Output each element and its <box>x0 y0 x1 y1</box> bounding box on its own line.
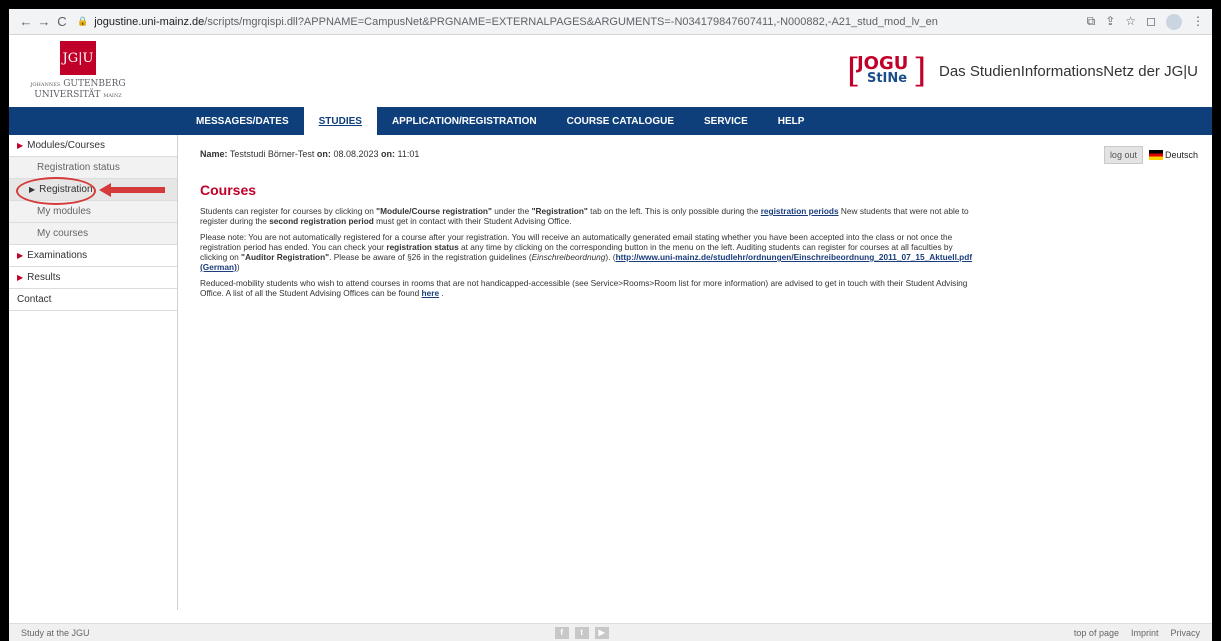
stine-logo[interactable]: [ JOGU StINe ] <box>847 49 927 93</box>
page-title: Courses <box>200 182 257 198</box>
twitter-icon[interactable]: t <box>574 626 589 639</box>
sidebar-item-results[interactable]: ▶ Results <box>9 267 177 289</box>
browser-toolbar: ← → C 🔒 jogustine.uni-mainz.de /scripts/… <box>9 9 1212 35</box>
jgu-suffix: MAINZ <box>103 93 122 99</box>
lock-icon: 🔒 <box>77 16 89 26</box>
user-info: Name: Teststudi Börner-Test on: 08.08.20… <box>200 149 420 159</box>
header-slogan: Das StudienInformationsNetz der JG|U <box>938 62 1198 80</box>
top-of-page-link[interactable]: top of page <box>1074 628 1119 638</box>
forward-icon[interactable]: → <box>35 14 53 29</box>
address-bar[interactable]: 🔒 jogustine.uni-mainz.de /scripts/mgrqis… <box>77 16 1077 28</box>
jgu-prefix: JOHANNES <box>30 82 61 88</box>
sidepanel-icon[interactable]: ◻ <box>1146 14 1156 30</box>
main-navigation: MESSAGES/DATES STUDIES APPLICATION/REGIS… <box>9 107 1212 135</box>
highlight-arrow <box>99 183 165 197</box>
stine-name: StINe <box>866 71 908 86</box>
advising-offices-link[interactable]: here <box>422 288 440 298</box>
info-paragraph-1: Students can register for courses by cli… <box>200 206 969 226</box>
highlight-circle <box>16 177 96 205</box>
nav-studies[interactable]: STUDIES <box>303 107 377 135</box>
menu-icon[interactable]: ⋮ <box>1192 14 1204 30</box>
back-icon[interactable]: ← <box>17 14 35 29</box>
site-footer: Study at the JGU f t ▶ top of page Impri… <box>9 623 1212 641</box>
footer-study-link[interactable]: Study at the JGU <box>21 628 90 638</box>
logout-button[interactable]: log out <box>1103 146 1143 164</box>
site-header: JG|U JOHANNES GUTENBERG UNIVERSITÄT MAIN… <box>9 35 1212 107</box>
sidebar-item-modules-courses[interactable]: ▶ Modules/Courses <box>9 135 177 157</box>
profile-avatar[interactable] <box>1166 13 1182 30</box>
triangle-right-icon: ▶ <box>17 141 24 150</box>
jgu-line1: GUTENBERG <box>63 79 126 89</box>
nav-messages-dates[interactable]: MESSAGES/DATES <box>181 107 304 135</box>
jgu-line2: UNIVERSITÄT <box>34 90 101 100</box>
sidebar-item-contact[interactable]: Contact <box>9 289 177 311</box>
reload-icon[interactable]: C <box>53 14 71 29</box>
browser-window: ← → C 🔒 jogustine.uni-mainz.de /scripts/… <box>9 9 1212 641</box>
language-switch[interactable]: Deutsch <box>1148 150 1198 161</box>
nav-course-catalogue[interactable]: COURSE CATALOGUE <box>552 107 689 135</box>
session-actions: log out Deutsch <box>1103 146 1198 164</box>
german-flag-icon <box>1148 150 1163 161</box>
jgu-mark: JG|U <box>60 41 96 75</box>
url-domain: jogustine.uni-mainz.de <box>94 15 205 28</box>
star-icon[interactable]: ☆ <box>1125 14 1136 30</box>
nav-service[interactable]: SERVICE <box>689 107 763 135</box>
facebook-icon[interactable]: f <box>554 626 569 639</box>
sidebar-item-my-modules[interactable]: My modules <box>9 201 177 223</box>
main-content: Name: Teststudi Börner-Test on: 08.08.20… <box>178 135 1212 610</box>
nav-application-registration[interactable]: APPLICATION/REGISTRATION <box>377 107 552 135</box>
browser-actions: ⧉ ⇪ ☆ ◻ ⋮ <box>1087 13 1204 30</box>
triangle-right-icon: ▶ <box>17 273 24 282</box>
sidebar: ▶ Modules/Courses Registration status ▶ … <box>9 135 178 610</box>
info-paragraph-3: Reduced-mobility students who wish to at… <box>200 278 968 298</box>
nav-help[interactable]: HELP <box>763 107 820 135</box>
sidebar-item-registration-status[interactable]: Registration status <box>9 157 177 179</box>
privacy-link[interactable]: Privacy <box>1170 628 1200 638</box>
translate-icon[interactable]: ⧉ <box>1087 14 1096 30</box>
registration-periods-link[interactable]: registration periods <box>761 206 839 216</box>
youtube-icon[interactable]: ▶ <box>594 626 609 639</box>
jgu-logo[interactable]: JG|U JOHANNES GUTENBERG UNIVERSITÄT MAIN… <box>23 41 133 101</box>
sidebar-item-my-courses[interactable]: My courses <box>9 223 177 245</box>
url-path: /scripts/mgrqispi.dll?APPNAME=CampusNet&… <box>204 15 938 28</box>
sidebar-item-examinations[interactable]: ▶ Examinations <box>9 245 177 267</box>
imprint-link[interactable]: Imprint <box>1131 628 1159 638</box>
info-paragraph-2: Please note: You are not automatically r… <box>200 232 973 272</box>
share-icon[interactable]: ⇪ <box>1105 14 1115 30</box>
triangle-right-icon: ▶ <box>17 251 24 260</box>
